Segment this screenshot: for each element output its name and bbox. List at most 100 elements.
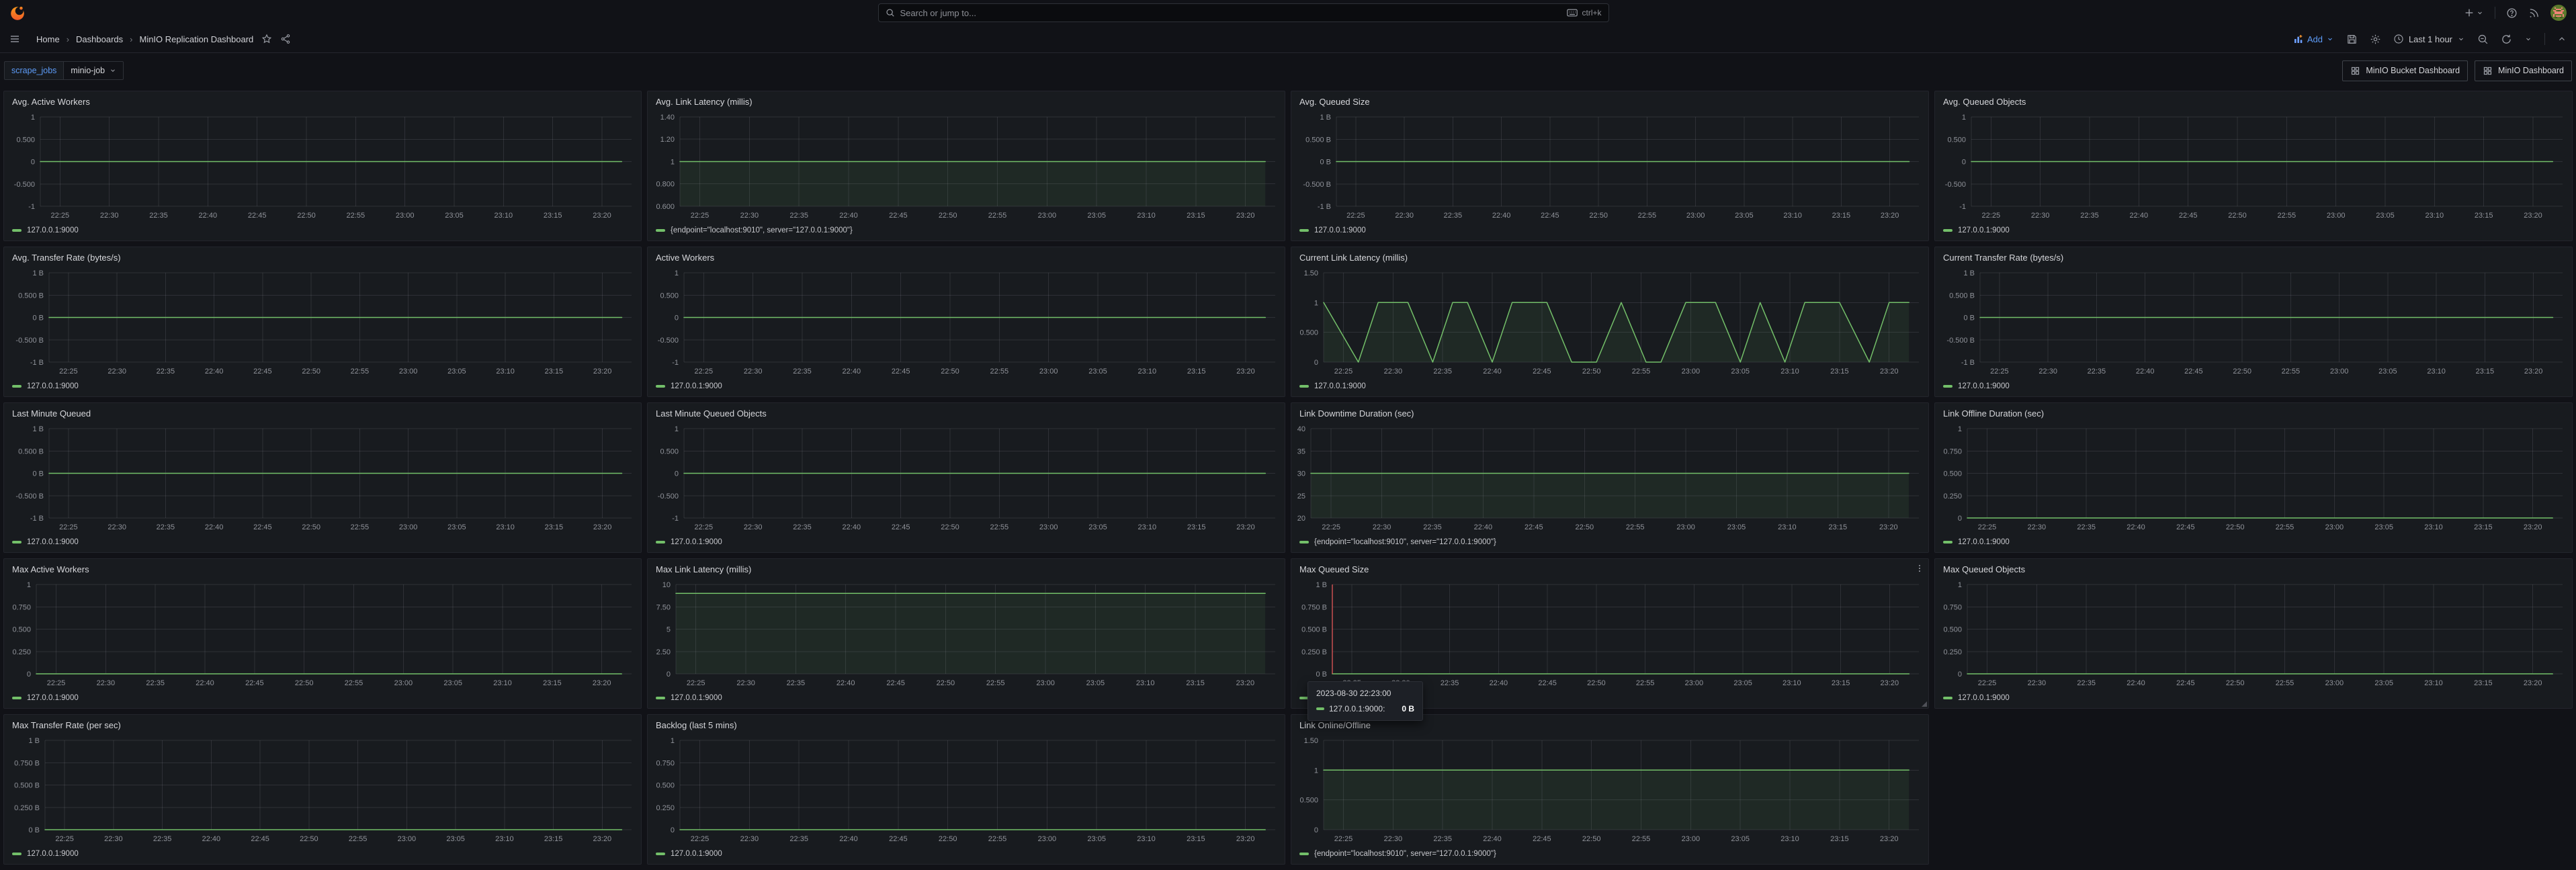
panel-plot-area[interactable]: 10.7500.5000.250022:2522:3022:3522:4022:… — [4, 576, 641, 693]
time-series-chart[interactable]: 403530252022:2522:3022:3522:4022:4522:50… — [1291, 421, 1928, 534]
breadcrumb-dashboards[interactable]: Dashboards — [76, 34, 123, 44]
time-series-chart[interactable]: 10.5000-0.500-122:2522:3022:3522:4022:45… — [4, 109, 641, 222]
panel-menu-kebab-icon[interactable] — [1915, 564, 1924, 573]
legend-item[interactable]: 127.0.0.1:9000 — [4, 849, 641, 864]
time-series-chart[interactable]: 1 B0.750 B0.500 B0.250 B0 B22:2522:3022:… — [4, 732, 641, 846]
legend-item[interactable]: 127.0.0.1:9000 — [648, 382, 1285, 396]
legend-item[interactable]: {endpoint="localhost:9010", server="127.… — [648, 226, 1285, 241]
panel-plot-area[interactable]: 107.5052.50022:2522:3022:3522:4022:4522:… — [648, 576, 1285, 693]
variable-value-dropdown[interactable]: minio-job — [64, 61, 124, 80]
time-series-chart[interactable]: 10.7500.5000.250022:2522:3022:3522:4022:… — [1935, 576, 2572, 690]
panel-plot-area[interactable]: 1 B0.500 B0 B-0.500 B-1 B22:2522:3022:35… — [1291, 109, 1928, 226]
breadcrumb-home[interactable]: Home — [36, 34, 60, 44]
legend-item[interactable]: 127.0.0.1:9000 — [648, 537, 1285, 552]
panel-title[interactable]: Max Queued Objects — [1943, 564, 2025, 575]
panel-plot-area[interactable]: 1.401.2010.8000.60022:2522:3022:3522:402… — [648, 109, 1285, 226]
legend-item[interactable]: 127.0.0.1:9000 — [4, 537, 641, 552]
time-series-chart[interactable]: 1 B0.500 B0 B-0.500 B-1 B22:2522:3022:35… — [1291, 109, 1928, 222]
legend-item[interactable]: 127.0.0.1:9000 — [1935, 693, 2572, 708]
panel-title[interactable]: Last Minute Queued — [12, 408, 91, 419]
time-series-chart[interactable]: 10.7500.5000.250022:2522:3022:3522:4022:… — [4, 576, 641, 690]
star-button[interactable] — [261, 34, 272, 44]
save-dashboard-button[interactable] — [2346, 34, 2358, 45]
legend-item[interactable]: 127.0.0.1:9000 — [648, 693, 1285, 708]
time-series-chart[interactable]: 10.5000-0.500-122:2522:3022:3522:4022:45… — [648, 421, 1285, 534]
menu-toggle-button[interactable] — [9, 34, 20, 44]
panel-title[interactable]: Link Online/Offline — [1299, 720, 1371, 731]
panel-plot-area[interactable]: 10.7500.5000.250022:2522:3022:3522:4022:… — [1935, 421, 2572, 537]
panel-title[interactable]: Avg. Active Workers — [12, 97, 90, 107]
time-series-chart[interactable]: 1 B0.500 B0 B-0.500 B-1 B22:2522:3022:35… — [1935, 265, 2572, 378]
search-input[interactable] — [900, 8, 1562, 18]
panel-title[interactable]: Avg. Link Latency (millis) — [656, 97, 753, 107]
zoom-out-time-button[interactable] — [2477, 34, 2489, 45]
panel-title[interactable]: Current Transfer Rate (bytes/s) — [1943, 253, 2063, 263]
panel-plot-area[interactable]: 10.5000-0.500-122:2522:3022:3522:4022:45… — [648, 265, 1285, 382]
panel-plot-area[interactable]: 1 B0.750 B0.500 B0.250 B0 B22:2522:3022:… — [1291, 576, 1928, 693]
panel-title[interactable]: Max Queued Size — [1299, 564, 1369, 575]
legend-item[interactable]: 127.0.0.1:9000 — [1291, 226, 1928, 241]
panel-plot-area[interactable]: 1 B0.500 B0 B-0.500 B-1 B22:2522:3022:35… — [4, 421, 641, 537]
legend-item[interactable]: {endpoint="localhost:9010", server="127.… — [1291, 537, 1928, 552]
legend-item[interactable]: 127.0.0.1:9000 — [1935, 537, 2572, 552]
legend-item[interactable]: {endpoint="localhost:9010", server="127.… — [1291, 849, 1928, 864]
panel-plot-area[interactable]: 10.7500.5000.250022:2522:3022:3522:4022:… — [648, 732, 1285, 849]
panel-title[interactable]: Link Downtime Duration (sec) — [1299, 408, 1414, 419]
user-avatar[interactable] — [2550, 5, 2567, 21]
panel-plot-area[interactable]: 1 B0.500 B0 B-0.500 B-1 B22:2522:3022:35… — [4, 265, 641, 382]
panel-title[interactable]: Max Link Latency (millis) — [656, 564, 751, 575]
time-series-chart[interactable]: 1 B0.500 B0 B-0.500 B-1 B22:2522:3022:35… — [4, 421, 641, 534]
panel-plot-area[interactable]: 403530252022:2522:3022:3522:4022:4522:50… — [1291, 421, 1928, 537]
panel-title[interactable]: Backlog (last 5 mins) — [656, 720, 737, 731]
refresh-interval-dropdown[interactable] — [2524, 35, 2532, 43]
panel-plot-area[interactable]: 1 B0.500 B0 B-0.500 B-1 B22:2522:3022:35… — [1935, 265, 2572, 382]
collapse-toolbar-button[interactable] — [2557, 34, 2567, 44]
panel-title[interactable]: Max Active Workers — [12, 564, 89, 575]
legend-item[interactable]: 127.0.0.1:9000 — [1935, 226, 2572, 241]
search-box[interactable]: ctrl+k — [878, 3, 1609, 22]
legend-item[interactable]: 127.0.0.1:9000 — [1935, 382, 2572, 396]
minio-dashboard-link[interactable]: MinIO Dashboard — [2475, 60, 2572, 81]
panel-title[interactable]: Max Transfer Rate (per sec) — [12, 720, 121, 731]
panel-title[interactable]: Active Workers — [656, 253, 714, 263]
time-series-chart[interactable]: 10.7500.5000.250022:2522:3022:3522:4022:… — [1935, 421, 2572, 534]
help-button[interactable] — [2506, 7, 2518, 19]
panel-title[interactable]: Link Offline Duration (sec) — [1943, 408, 2044, 419]
panel-plot-area[interactable]: 10.7500.5000.250022:2522:3022:3522:4022:… — [1935, 576, 2572, 693]
news-button[interactable] — [2528, 7, 2540, 19]
panel-plot-area[interactable]: 1 B0.750 B0.500 B0.250 B0 B22:2522:3022:… — [4, 732, 641, 849]
add-panel-button[interactable]: Add — [2293, 34, 2334, 44]
time-series-chart[interactable]: 1.5010.500022:2522:3022:3522:4022:4522:5… — [1291, 732, 1928, 846]
svg-text:22:40: 22:40 — [202, 835, 221, 843]
time-series-chart[interactable]: 1 B0.500 B0 B-0.500 B-1 B22:2522:3022:35… — [4, 265, 641, 378]
time-range-picker[interactable]: Last 1 hour — [2393, 34, 2465, 44]
legend-item[interactable]: 127.0.0.1:9000 — [4, 226, 641, 241]
time-series-chart[interactable]: 1 B0.750 B0.500 B0.250 B0 B22:2522:3022:… — [1291, 576, 1928, 690]
panel-title[interactable]: Avg. Queued Size — [1299, 97, 1370, 107]
panel-plot-area[interactable]: 10.5000-0.500-122:2522:3022:3522:4022:45… — [1935, 109, 2572, 226]
dashboard-settings-button[interactable] — [2370, 34, 2381, 45]
legend-item[interactable]: 127.0.0.1:9000 — [4, 693, 641, 708]
panel-title[interactable]: Avg. Queued Objects — [1943, 97, 2026, 107]
time-series-chart[interactable]: 107.5052.50022:2522:3022:3522:4022:4522:… — [648, 576, 1285, 690]
panel-title[interactable]: Last Minute Queued Objects — [656, 408, 767, 419]
panel-plot-area[interactable]: 10.5000-0.500-122:2522:3022:3522:4022:45… — [648, 421, 1285, 537]
legend-item[interactable]: 127.0.0.1:9000 — [648, 849, 1285, 864]
panel-title[interactable]: Current Link Latency (millis) — [1299, 253, 1408, 263]
share-button[interactable] — [280, 34, 291, 44]
create-button[interactable] — [2464, 7, 2484, 18]
legend-item[interactable]: 127.0.0.1:9000 — [1291, 382, 1928, 396]
time-series-chart[interactable]: 1.401.2010.8000.60022:2522:3022:3522:402… — [648, 109, 1285, 222]
minio-bucket-dashboard-link[interactable]: MinIO Bucket Dashboard — [2342, 60, 2468, 81]
refresh-button[interactable] — [2501, 34, 2512, 45]
panel-plot-area[interactable]: 1.5010.500022:2522:3022:3522:4022:4522:5… — [1291, 265, 1928, 382]
panel-plot-area[interactable]: 1.5010.500022:2522:3022:3522:4022:4522:5… — [1291, 732, 1928, 849]
time-series-chart[interactable]: 10.5000-0.500-122:2522:3022:3522:4022:45… — [648, 265, 1285, 378]
panel-title[interactable]: Avg. Transfer Rate (bytes/s) — [12, 253, 121, 263]
time-series-chart[interactable]: 10.5000-0.500-122:2522:3022:3522:4022:45… — [1935, 109, 2572, 222]
grafana-logo[interactable] — [9, 5, 26, 21]
legend-item[interactable]: 127.0.0.1:9000 — [4, 382, 641, 396]
panel-plot-area[interactable]: 10.5000-0.500-122:2522:3022:3522:4022:45… — [4, 109, 641, 226]
time-series-chart[interactable]: 10.7500.5000.250022:2522:3022:3522:4022:… — [648, 732, 1285, 846]
time-series-chart[interactable]: 1.5010.500022:2522:3022:3522:4022:4522:5… — [1291, 265, 1928, 378]
